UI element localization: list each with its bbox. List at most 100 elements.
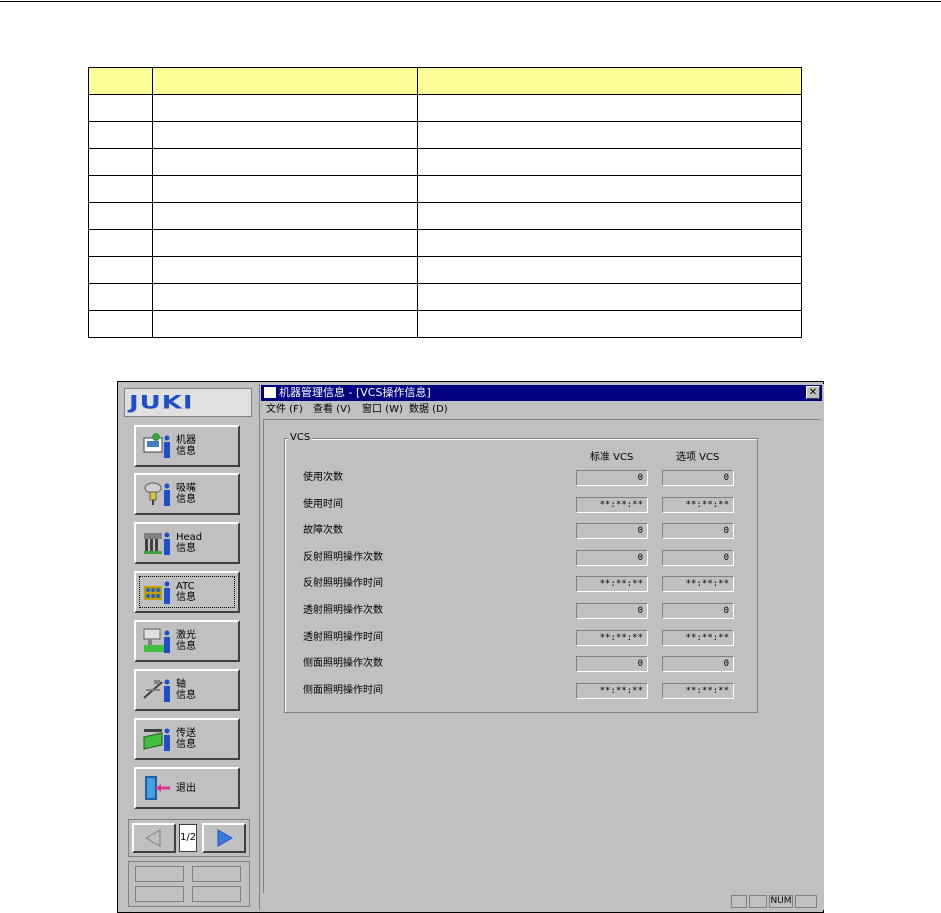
left-arrow-icon — [144, 829, 161, 847]
window-icon — [264, 387, 276, 398]
laser-icon — [143, 628, 170, 653]
standard-vcs-value: 0 — [576, 523, 648, 539]
window-title: 机器管理信息 - [VCS操作信息] — [279, 386, 431, 399]
button-label: 信息 — [176, 446, 196, 457]
row-label: 使用次数 — [303, 472, 343, 483]
machine-icon — [143, 433, 170, 458]
button-label: 吸嘴 — [176, 483, 196, 494]
button-label: 信息 — [176, 543, 196, 554]
standard-vcs-value: 0 — [576, 603, 648, 619]
status-pane — [731, 895, 747, 908]
grid-cell — [192, 886, 241, 902]
atc-info-button[interactable]: ATC 信息 — [134, 571, 240, 613]
button-label: 退出 — [176, 783, 196, 794]
button-label: 信息 — [176, 592, 196, 603]
status-bar: NUM — [263, 894, 820, 909]
page-top-rule — [0, 1, 941, 2]
button-label: ATC — [176, 581, 195, 592]
machine-info-button[interactable]: 机器 信息 — [134, 425, 240, 467]
table-row — [88, 310, 802, 338]
column-header-standard: 标准 VCS — [590, 452, 634, 463]
table-row — [88, 229, 802, 257]
menu-bar: 文件 (F) 查看 (V) 窗口 (W) 数据 (D) — [261, 402, 822, 418]
standard-vcs-value: **:**:** — [576, 683, 648, 699]
document-table — [88, 67, 802, 338]
option-vcs-value: 0 — [662, 523, 734, 539]
row-label: 透射照明操作时间 — [303, 632, 383, 643]
standard-vcs-value: **:**:** — [576, 630, 648, 646]
table-header-row — [88, 67, 802, 95]
option-vcs-value: 0 — [662, 603, 734, 619]
prev-page-button[interactable] — [132, 823, 176, 853]
laser-info-button[interactable]: 激光 信息 — [134, 620, 240, 662]
standard-vcs-value: 0 — [576, 470, 648, 486]
juki-logo: JUKI — [129, 391, 194, 414]
menu-window[interactable]: 窗口 (W) — [362, 403, 403, 417]
row-label: 使用时间 — [303, 499, 343, 510]
option-vcs-value: 0 — [662, 550, 734, 566]
table-row — [88, 175, 802, 203]
table-row — [88, 148, 802, 176]
right-arrow-icon — [217, 829, 234, 847]
standard-vcs-value: **:**:** — [576, 497, 648, 513]
menu-file[interactable]: 文件 (F) — [266, 403, 303, 417]
standard-vcs-value: **:**:** — [576, 576, 648, 592]
standard-vcs-value: 0 — [576, 656, 648, 672]
button-label: 信息 — [176, 494, 196, 505]
table-row — [88, 121, 802, 149]
head-info-button[interactable]: Head 信息 — [134, 522, 240, 564]
button-label: 激光 — [176, 630, 196, 641]
standard-vcs-value: 0 — [576, 550, 648, 566]
column-header-option: 选项 VCS — [676, 452, 720, 463]
table-row — [88, 283, 802, 311]
option-vcs-value: **:**:** — [662, 683, 734, 699]
option-vcs-value: 0 — [662, 470, 734, 486]
axis-info-button[interactable]: 轴信息 — [134, 669, 240, 711]
pager: 1/2 — [128, 819, 250, 857]
row-label: 反射照明操作时间 — [303, 578, 383, 589]
button-label: Head — [176, 532, 203, 543]
conveyor-info-button[interactable]: 传送 信息 — [134, 718, 240, 760]
group-title: VCS — [288, 432, 313, 444]
row-label: 侧面照明操作时间 — [303, 685, 383, 696]
status-num: NUM — [769, 895, 793, 908]
grid-cell — [135, 886, 184, 902]
option-vcs-value: **:**:** — [662, 497, 734, 513]
button-label: 信息 — [176, 641, 196, 652]
table-row — [88, 256, 802, 284]
button-label: 信息 — [176, 739, 196, 750]
button-label: 机器 — [176, 435, 196, 446]
table-row — [88, 202, 802, 230]
logo-box: JUKI — [124, 388, 252, 417]
button-label: 信息 — [176, 690, 196, 701]
exit-button[interactable]: 退出 — [134, 767, 240, 809]
option-vcs-value: **:**:** — [662, 576, 734, 592]
row-label: 反射照明操作次数 — [303, 552, 383, 563]
row-label: 故障次数 — [303, 525, 343, 536]
table-row — [88, 94, 802, 122]
option-vcs-value: 0 — [662, 656, 734, 672]
close-button[interactable]: ✕ — [806, 386, 820, 399]
exit-icon — [145, 776, 170, 800]
button-label: 传送 — [176, 728, 196, 739]
menu-data[interactable]: 数据 (D) — [409, 403, 448, 417]
head-icon — [144, 532, 170, 555]
status-pane — [795, 895, 817, 908]
button-label: 轴 — [176, 679, 186, 690]
conveyor-icon — [143, 728, 170, 751]
row-label: 侧面照明操作次数 — [303, 658, 383, 669]
next-page-button[interactable] — [202, 823, 246, 853]
atc-icon — [144, 581, 170, 604]
axis-icon — [143, 679, 170, 702]
nozzle-info-button[interactable]: 吸嘴 信息 — [134, 473, 240, 515]
title-bar: 机器管理信息 - [VCS操作信息] ✕ — [261, 385, 822, 401]
grid-cell — [135, 866, 184, 882]
status-pane — [749, 895, 767, 908]
nozzle-icon — [144, 482, 170, 506]
grid-cell — [192, 866, 241, 882]
option-vcs-value: **:**:** — [662, 630, 734, 646]
small-status-grid — [128, 861, 250, 907]
menu-view[interactable]: 查看 (V) — [313, 403, 351, 417]
page-indicator: 1/2 — [179, 824, 197, 852]
row-label: 透射照明操作次数 — [303, 605, 383, 616]
